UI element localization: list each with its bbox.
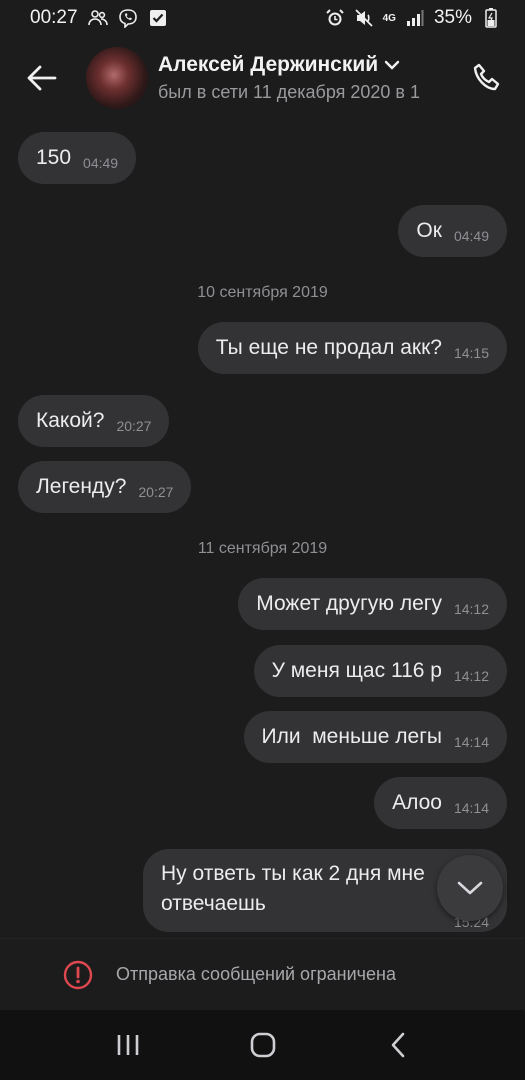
message-text: Какой? (36, 409, 105, 432)
contact-name: Алексей Держинский (158, 53, 379, 76)
network-type: 4G (382, 12, 396, 24)
checkbox-icon (148, 8, 168, 28)
back-button[interactable] (22, 58, 62, 98)
mute-icon (354, 8, 374, 28)
contact-status: был в сети 11 декабря 2020 в 1 (158, 82, 420, 102)
recent-apps-icon (117, 1035, 138, 1055)
message-time: 14:14 (453, 734, 489, 750)
call-button[interactable] (467, 58, 507, 98)
message-list[interactable]: 150 04:49 Ок 04:49 10 сентября 2019 Ты е… (0, 120, 525, 938)
home-button[interactable] (233, 1020, 293, 1070)
contact-info[interactable]: Алексей Держинский был в сети 11 декабря… (158, 53, 458, 103)
message-bubble[interactable]: Может другую легу 14:12 (238, 578, 507, 630)
message-text: Ты еще не продал акк? (215, 336, 442, 359)
recent-apps-button[interactable] (98, 1020, 158, 1070)
signal-icon (405, 8, 425, 28)
date-separator: 10 сентября 2019 (197, 284, 328, 301)
battery-icon (481, 8, 501, 28)
message-time: 04:49 (453, 228, 489, 244)
message-bubble[interactable]: 150 04:49 (18, 132, 137, 184)
message-text: Алоо (392, 791, 442, 814)
message-text: 150 (36, 146, 72, 169)
message-bubble[interactable]: Легенду? 20:27 (18, 461, 192, 513)
message-time: 14:12 (453, 601, 489, 617)
restricted-banner: Отправка сообщений ограничена (0, 938, 525, 1010)
chevron-left-icon (391, 1032, 404, 1058)
status-time: 00:27 (30, 7, 78, 28)
date-separator: 11 сентября 2019 (197, 540, 328, 557)
home-icon (250, 1032, 275, 1058)
chevron-down-icon (457, 881, 483, 895)
message-time: 14:12 (453, 668, 489, 684)
message-bubble[interactable]: Ок 04:49 (398, 205, 507, 257)
message-text: Ок (416, 219, 442, 242)
battery-percent: 35% (433, 7, 472, 28)
avatar[interactable] (86, 47, 148, 109)
contact-name-row: Алексей Держинский (158, 53, 458, 77)
viber-icon (118, 8, 138, 28)
message-time: 20:27 (138, 484, 174, 500)
message-bubble[interactable]: Или меньше легы 14:14 (243, 711, 507, 763)
chat-header: Алексей Держинский был в сети 11 декабря… (0, 36, 525, 120)
message-bubble[interactable]: Алоо 14:14 (374, 777, 507, 829)
nav-back-button[interactable] (368, 1020, 428, 1070)
message-time: 20:27 (116, 418, 152, 434)
message-bubble[interactable]: Какой? 20:27 (18, 395, 170, 447)
message-text: Или меньше легы (261, 725, 442, 748)
people-icon (87, 8, 108, 28)
message-time: 14:15 (453, 345, 489, 361)
phone-icon (473, 63, 500, 91)
system-nav-bar (0, 1010, 525, 1080)
message-text: Может другую легу (256, 592, 442, 615)
arrow-left-icon (27, 65, 57, 91)
status-bar: 00:27 4G 35% (0, 0, 525, 36)
message-time: 04:49 (83, 155, 119, 171)
alarm-icon (325, 8, 345, 28)
scroll-to-bottom-button[interactable] (437, 855, 503, 921)
alert-circle-icon (63, 960, 93, 989)
message-text: У меня щас 116 р (271, 659, 442, 682)
restricted-text: Отправка сообщений ограничена (116, 964, 396, 984)
message-time: 14:14 (453, 800, 489, 816)
message-text: Легенду? (36, 475, 127, 498)
chevron-down-icon (384, 60, 400, 70)
message-bubble[interactable]: У меня щас 116 р 14:12 (253, 645, 507, 697)
message-bubble[interactable]: Ты еще не продал акк? 14:15 (197, 322, 507, 374)
